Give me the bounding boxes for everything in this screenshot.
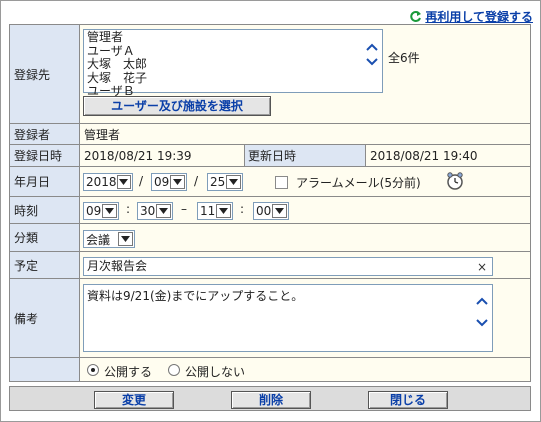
title-row: 予定 月次報告会 ×: [9, 251, 531, 279]
chevron-up-icon[interactable]: [476, 297, 488, 305]
date-row: 年月日 2018 / 09 / 25 アラームメール(5分前): [9, 166, 531, 197]
select-users-button[interactable]: ユーザー及び施設を選択: [83, 96, 271, 116]
month-select-value: 09: [154, 175, 170, 189]
public-radio-label: 公開する: [104, 365, 153, 379]
memo-textarea[interactable]: 資料は9/21(金)までにアップすること。: [83, 284, 493, 352]
updated-at-label: 更新日時: [244, 145, 366, 166]
dropdown-arrow-icon: [216, 204, 231, 218]
recipients-count: 全6件: [388, 51, 420, 65]
alarm-mail-checkbox[interactable]: [275, 176, 288, 189]
category-select-value: 会議: [86, 232, 111, 247]
dropdown-arrow-icon: [272, 204, 287, 218]
registered-at-value: 2018/08/21 19:39: [84, 148, 192, 163]
start-hour-select[interactable]: 09: [83, 202, 119, 220]
end-hour-value: 11: [200, 204, 216, 218]
clear-icon[interactable]: ×: [477, 259, 487, 276]
month-select[interactable]: 09: [151, 173, 187, 191]
time-label: 時刻: [10, 197, 80, 223]
dropdown-arrow-icon: [102, 204, 117, 218]
visibility-row: 公開する 公開しない: [9, 357, 531, 382]
day-select[interactable]: 25: [207, 173, 243, 191]
time-colon: :: [240, 202, 245, 216]
registrant-value: 管理者: [84, 127, 121, 142]
time-row: 時刻 09 : 30 – 11 : 00: [9, 196, 531, 224]
refresh-icon[interactable]: [409, 10, 422, 23]
delete-button[interactable]: 削除: [231, 391, 311, 409]
timestamps-row: 登録日時 2018/08/21 19:39 更新日時 2018/08/21 19…: [9, 144, 531, 167]
recipient-list-item[interactable]: 大塚 太郎: [87, 57, 379, 72]
recipients-label: 登録先: [10, 25, 80, 123]
private-radio[interactable]: [168, 364, 180, 376]
recipients-listbox[interactable]: 管理者 ユーザＡ 大塚 太郎 大塚 花子 ユーザＢ: [83, 29, 383, 98]
title-label: 予定: [10, 252, 80, 278]
close-button[interactable]: 閉じる: [368, 391, 448, 409]
dropdown-arrow-icon: [118, 232, 133, 246]
edit-button[interactable]: 変更: [94, 391, 174, 409]
button-bar: 変更 削除 閉じる: [9, 386, 531, 411]
date-label: 年月日: [10, 167, 80, 196]
time-range-dash: –: [181, 202, 187, 216]
public-radio[interactable]: [87, 364, 99, 376]
alarm-mail-label: アラームメール(5分前): [296, 176, 421, 190]
category-label: 分類: [10, 224, 80, 251]
end-minute-value: 00: [256, 204, 272, 218]
registrant-row: 登録者 管理者: [9, 123, 531, 145]
registrant-label: 登録者: [10, 124, 80, 144]
end-hour-select[interactable]: 11: [197, 202, 233, 220]
chevron-down-icon[interactable]: [476, 319, 488, 327]
title-input[interactable]: 月次報告会 ×: [83, 257, 493, 276]
registered-at-label: 登録日時: [10, 145, 80, 166]
time-colon: :: [126, 202, 131, 216]
top-bar: 再利用して登録する: [409, 8, 533, 24]
dropdown-arrow-icon: [116, 175, 131, 189]
start-minute-value: 30: [140, 204, 156, 218]
category-select[interactable]: 会議: [83, 230, 135, 248]
dropdown-arrow-icon: [156, 204, 171, 218]
dropdown-arrow-icon: [170, 175, 185, 189]
chevron-up-icon[interactable]: [366, 43, 378, 51]
chevron-down-icon[interactable]: [366, 58, 378, 66]
recipient-list-item[interactable]: 大塚 花子: [87, 71, 379, 86]
recipient-list-item[interactable]: ユーザＡ: [87, 44, 379, 59]
start-hour-value: 09: [86, 204, 102, 218]
start-minute-select[interactable]: 30: [137, 202, 173, 220]
schedule-form: 登録先 管理者 ユーザＡ 大塚 太郎 大塚 花子 ユーザＢ 全6件 ユーザー及び施設を選…: [9, 24, 531, 382]
alarm-clock-icon[interactable]: [445, 171, 465, 194]
private-radio-label: 公開しない: [185, 365, 246, 379]
updated-at-value: 2018/08/21 19:40: [370, 148, 478, 163]
memo-label: 備考: [10, 279, 80, 357]
title-input-value: 月次報告会: [87, 259, 148, 273]
dropdown-arrow-icon: [226, 175, 241, 189]
category-row: 分類 会議: [9, 223, 531, 252]
memo-row: 備考 資料は9/21(金)までにアップすること。: [9, 278, 531, 358]
date-separator: /: [139, 174, 144, 188]
date-separator: /: [194, 174, 199, 188]
reuse-register-link[interactable]: 再利用して登録する: [425, 8, 533, 25]
radio-selected-dot: [91, 368, 95, 372]
end-minute-select[interactable]: 00: [253, 202, 289, 220]
day-select-value: 25: [210, 175, 226, 189]
recipient-list-item[interactable]: 管理者: [87, 30, 379, 45]
memo-text: 資料は9/21(金)までにアップすること。: [87, 289, 304, 303]
year-select[interactable]: 2018: [83, 173, 133, 191]
year-select-value: 2018: [86, 175, 117, 189]
recipients-value: 管理者 ユーザＡ 大塚 太郎 大塚 花子 ユーザＢ 全6件 ユーザー及び施設を選択: [80, 25, 530, 123]
recipients-row: 登録先 管理者 ユーザＡ 大塚 太郎 大塚 花子 ユーザＢ 全6件 ユーザー及び施設を選…: [9, 24, 531, 124]
visibility-label: [10, 358, 80, 381]
